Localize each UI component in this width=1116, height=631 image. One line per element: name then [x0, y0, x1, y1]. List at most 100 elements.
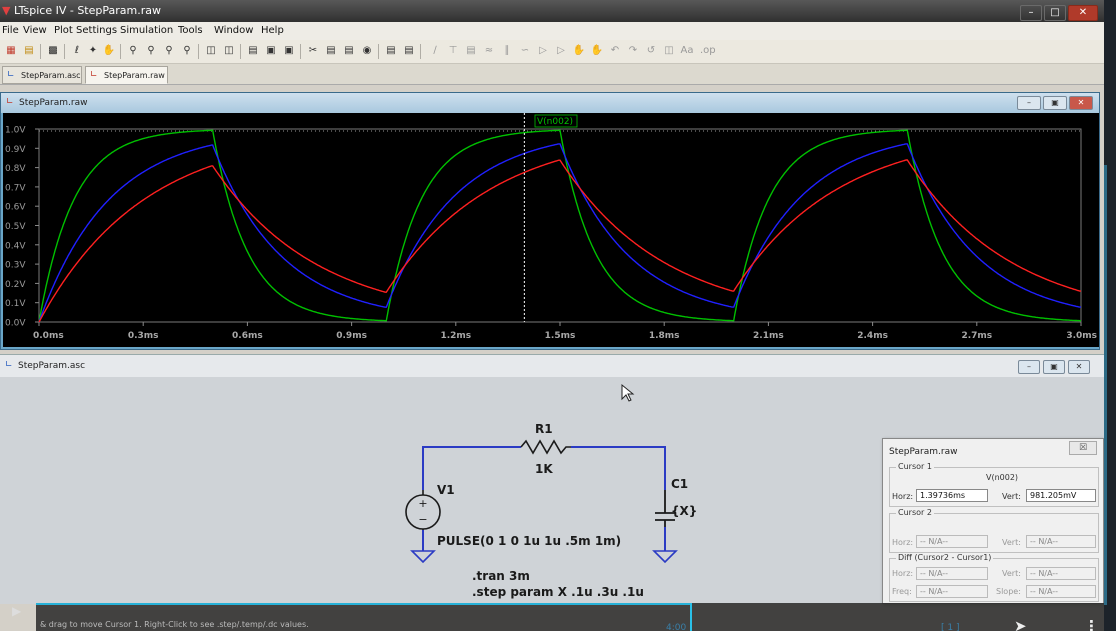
- background-edge: [1104, 0, 1116, 631]
- minimize-button[interactable]: –: [1020, 5, 1042, 21]
- x-tick-label: 2.4ms: [857, 331, 888, 341]
- cursor-dialog-close-button[interactable]: ☒: [1069, 441, 1097, 455]
- y-tick-label: 0.3V: [5, 261, 26, 271]
- cut-icon[interactable]: ✂: [306, 44, 320, 58]
- video-progress-marker[interactable]: [690, 603, 692, 631]
- schematic-window-titlebar: ∟ StepParam.asc – ▣ ✕: [0, 355, 1104, 377]
- redo-icon[interactable]: ↷: [626, 44, 640, 58]
- waveform-chart[interactable]: 0.0V 0.1V 0.2V 0.3V 0.4V 0.5V 0.6V 0.7V 0.8V 0.9V…: [3, 113, 1099, 347]
- pan-icon[interactable]: ⚲: [144, 44, 158, 58]
- save-icon[interactable]: ▩: [46, 44, 60, 58]
- diff-vert-field[interactable]: -- N/A--: [1026, 567, 1096, 580]
- cursor2-horz-label: Horz:: [892, 538, 914, 547]
- schematic-restore-button[interactable]: ▣: [1043, 360, 1065, 374]
- cursor2-horz-field[interactable]: -- N/A--: [916, 535, 988, 548]
- plot-close-button[interactable]: ✕: [1069, 96, 1093, 110]
- maximize-button[interactable]: □: [1044, 5, 1066, 21]
- open-folder-icon[interactable]: ▤: [22, 44, 36, 58]
- tile-horizontal-icon[interactable]: ▤: [246, 44, 260, 58]
- tran-directive[interactable]: .tran 3m: [472, 569, 530, 583]
- share-icon[interactable]: ➤: [1014, 617, 1027, 631]
- cursor1-horz-field[interactable]: 1.39736ms: [916, 489, 988, 502]
- close-button[interactable]: ✕: [1068, 5, 1098, 21]
- zoom-in-icon[interactable]: ⚲: [126, 44, 140, 58]
- v1-plus-sign: +: [418, 497, 427, 510]
- print-icon[interactable]: ▤: [402, 44, 416, 58]
- zoom-fit-icon[interactable]: ⚲: [180, 44, 194, 58]
- schematic-minimize-button[interactable]: –: [1018, 360, 1040, 374]
- x-tick-label: 0.9ms: [336, 331, 367, 341]
- tab-stepparam-asc[interactable]: ∟ StepParam.asc: [2, 66, 82, 84]
- diff-vert-label: Vert:: [1002, 569, 1021, 578]
- tab-stepparam-raw[interactable]: ∟ StepParam.raw: [85, 66, 168, 84]
- trace-series-3: [38, 159, 1081, 323]
- play-icon[interactable]: ▶: [12, 604, 21, 618]
- diff-label: Diff (Cursor2 - Cursor1): [896, 553, 994, 562]
- ground-symbol-c1[interactable]: [652, 550, 678, 564]
- menu-bar: File View Plot Settings Simulation Tools…: [0, 22, 1104, 40]
- menu-plot-settings[interactable]: Plot Settings: [54, 25, 117, 36]
- label-net-icon[interactable]: ▤: [464, 44, 478, 58]
- cursor1-vert-label: Vert:: [1002, 492, 1021, 501]
- x-tick-label: 2.1ms: [753, 331, 784, 341]
- cursor2-group: Cursor 2 Horz: -- N/A-- Vert: -- N/A--: [889, 508, 1099, 553]
- resistor-r1[interactable]: [520, 439, 571, 455]
- text-icon[interactable]: Aa: [680, 44, 694, 58]
- copy-icon[interactable]: ▤: [324, 44, 338, 58]
- move-icon[interactable]: ✋: [572, 44, 586, 58]
- resistor-icon[interactable]: ≈: [482, 44, 496, 58]
- draw-wire-icon[interactable]: ∕: [428, 44, 442, 58]
- menu-simulation[interactable]: Simulation: [120, 25, 173, 36]
- cascade-icon[interactable]: ▣: [282, 44, 296, 58]
- wire-top-right[interactable]: [571, 446, 666, 490]
- grid-icon[interactable]: ◫: [222, 44, 236, 58]
- menu-help[interactable]: Help: [261, 25, 284, 36]
- spice-directive-icon[interactable]: .op: [700, 44, 716, 58]
- plot-restore-button[interactable]: ▣: [1043, 96, 1067, 110]
- capacitor-icon[interactable]: ∥: [500, 44, 514, 58]
- ground-icon[interactable]: ⊤: [446, 44, 460, 58]
- control-panel-icon[interactable]: ℓ: [70, 44, 84, 58]
- autorange-icon[interactable]: ◫: [204, 44, 218, 58]
- run-icon[interactable]: ✦: [86, 44, 100, 58]
- step-directive[interactable]: .step param X .1u .3u .1u: [472, 585, 644, 599]
- cursor2-vert-label: Vert:: [1002, 538, 1021, 547]
- tab-label: StepParam.asc: [21, 71, 81, 80]
- schematic-close-button[interactable]: ✕: [1068, 360, 1090, 374]
- x-tick-label: 0.6ms: [232, 331, 263, 341]
- print-setup-icon[interactable]: ▤: [384, 44, 398, 58]
- trace-series-1: [38, 129, 1081, 323]
- video-progress-bar[interactable]: [36, 603, 690, 605]
- ground-symbol-v1[interactable]: [410, 550, 436, 564]
- find-icon[interactable]: ◉: [360, 44, 374, 58]
- schematic-canvas[interactable]: + − R1 1K V1 PULSE(0 1 0 1u 1u .5m 1m) C…: [0, 377, 880, 605]
- slope-field[interactable]: -- N/A--: [1026, 585, 1096, 598]
- mirror-icon[interactable]: ◫: [662, 44, 676, 58]
- menu-window[interactable]: Window: [214, 25, 253, 36]
- menu-view[interactable]: View: [23, 25, 47, 36]
- diff-horz-field[interactable]: -- N/A--: [916, 567, 988, 580]
- more-options-icon[interactable]: ⋮: [1084, 617, 1099, 631]
- cursor2-vert-field[interactable]: -- N/A--: [1026, 535, 1096, 548]
- window-title: LTspice IV - StepParam.raw: [14, 4, 161, 17]
- freq-field[interactable]: -- N/A--: [916, 585, 988, 598]
- waveform-plot[interactable]: 0.0V 0.1V 0.2V 0.3V 0.4V 0.5V 0.6V 0.7V 0.8V 0.9V…: [3, 113, 1099, 347]
- y-tick-label: 1.0V: [5, 126, 26, 136]
- drag-icon[interactable]: ✋: [590, 44, 604, 58]
- x-tick-label: 3.0ms: [1066, 331, 1097, 341]
- inductor-icon[interactable]: ∽: [518, 44, 532, 58]
- tile-vertical-icon[interactable]: ▣: [264, 44, 278, 58]
- diode-icon[interactable]: ▷: [536, 44, 550, 58]
- paste-icon[interactable]: ▤: [342, 44, 356, 58]
- menu-tools[interactable]: Tools: [178, 25, 203, 36]
- menu-file[interactable]: File: [2, 25, 19, 36]
- cursor1-vert-field[interactable]: 981.205mV: [1026, 489, 1096, 502]
- halt-icon[interactable]: ✋: [102, 44, 116, 58]
- zoom-out-icon[interactable]: ⚲: [162, 44, 176, 58]
- undo-icon[interactable]: ↶: [608, 44, 622, 58]
- rotate-icon[interactable]: ↺: [644, 44, 658, 58]
- plot-minimize-button[interactable]: –: [1017, 96, 1041, 110]
- title-bar: ▼ LTspice IV - StepParam.raw – □ ✕: [0, 0, 1104, 22]
- component-icon[interactable]: ▷: [554, 44, 568, 58]
- new-schematic-icon[interactable]: ▦: [4, 44, 18, 58]
